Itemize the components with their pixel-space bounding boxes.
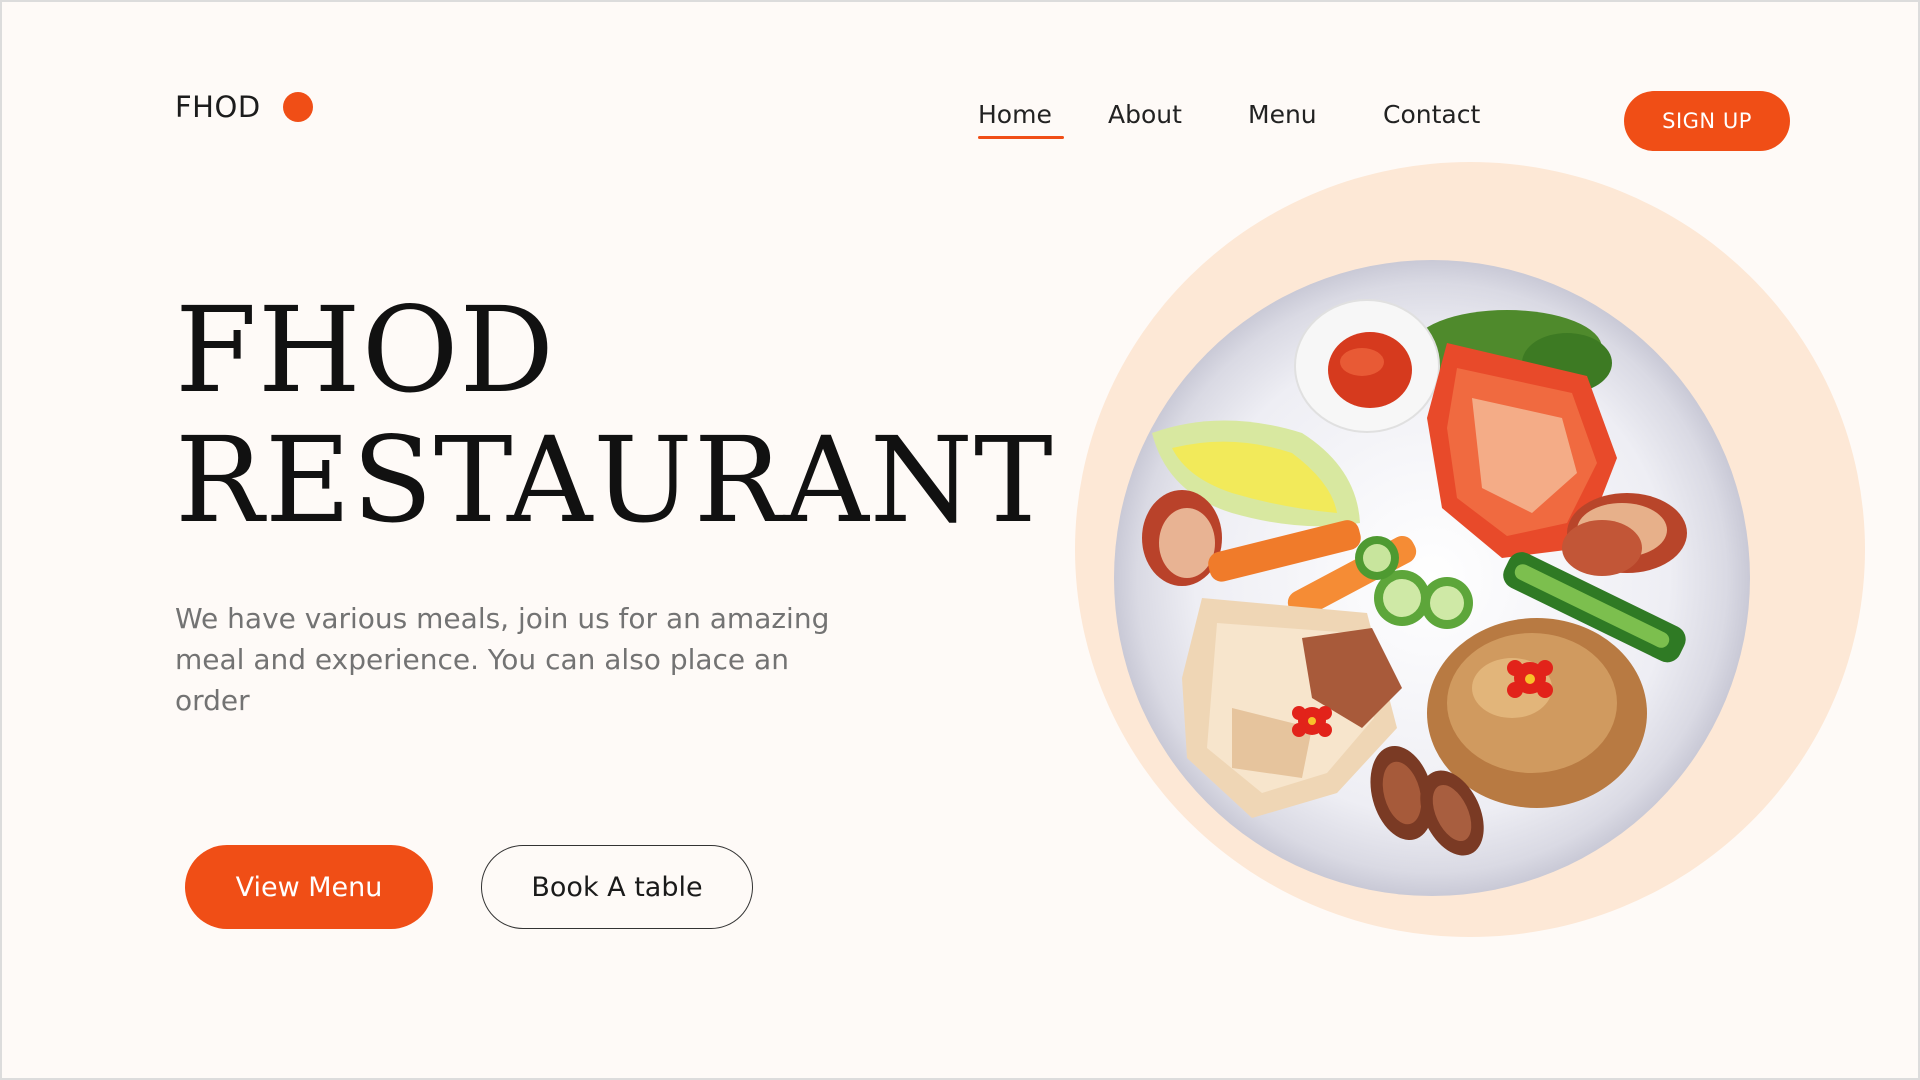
nav-item-home[interactable]: Home — [978, 100, 1064, 139]
view-menu-button[interactable]: View Menu — [185, 845, 433, 929]
hero-title-line-1: FHOD — [175, 281, 556, 419]
hero-description: We have various meals, join us for an am… — [175, 602, 830, 717]
hero-title-line-2: RESTAURANT — [175, 411, 1054, 549]
sign-up-button[interactable]: SIGN UP — [1624, 91, 1790, 151]
nav-item-contact[interactable]: Contact — [1383, 100, 1480, 129]
hero-title: FHOD RESTAURANT — [175, 285, 1054, 545]
food-plate-icon — [1114, 260, 1750, 896]
book-table-button[interactable]: Book A table — [481, 845, 753, 929]
nav-item-menu[interactable]: Menu — [1248, 100, 1317, 129]
nav-item-about[interactable]: About — [1108, 100, 1182, 129]
